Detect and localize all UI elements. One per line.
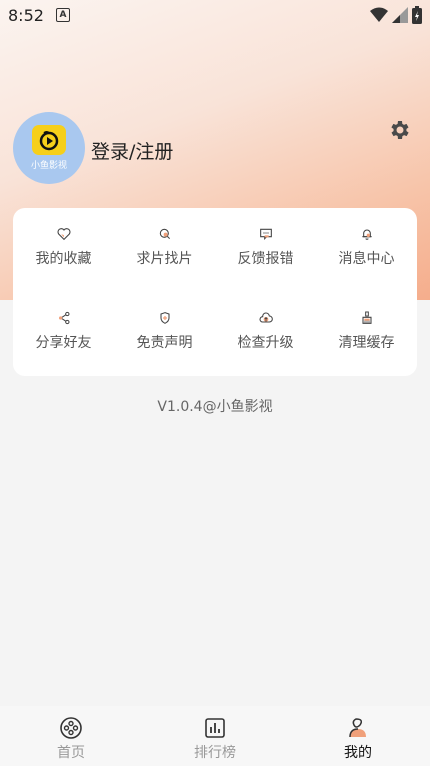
menu-item-clear-cache[interactable]: 清理缓存 xyxy=(316,292,417,352)
menu-item-request[interactable]: 求片找片 xyxy=(114,208,215,268)
user-icon xyxy=(349,718,366,738)
tab-label: 排行榜 xyxy=(194,745,236,761)
menu-item-label: 消息中心 xyxy=(338,251,395,267)
film-reel-icon xyxy=(60,717,82,739)
settings-gear-icon[interactable] xyxy=(387,118,411,142)
battery-icon xyxy=(412,6,422,24)
menu-item-label: 求片找片 xyxy=(136,251,193,267)
status-icons xyxy=(370,6,422,24)
chart-icon xyxy=(205,718,225,738)
menu-item-favorites[interactable]: 我的收藏 xyxy=(13,208,114,268)
menu-item-label: 清理缓存 xyxy=(338,335,395,351)
menu-item-disclaimer[interactable]: 免责声明 xyxy=(114,292,215,352)
bottom-tab-bar: 首页 排行榜 我的 xyxy=(0,706,430,766)
tab-ranking[interactable]: 排行榜 xyxy=(165,706,265,766)
menu-card: 我的收藏 求片找片 反馈报错 消息中心 分享好友 免责声明 检查升级 清理缓存 xyxy=(13,208,417,376)
menu-item-feedback[interactable]: 反馈报错 xyxy=(215,208,316,268)
share-icon xyxy=(58,311,69,325)
menu-item-messages[interactable]: 消息中心 xyxy=(316,208,417,268)
menu-item-update[interactable]: 检查升级 xyxy=(215,292,316,352)
menu-item-label: 分享好友 xyxy=(35,335,92,351)
feedback-icon xyxy=(259,228,272,240)
tab-mine[interactable]: 我的 xyxy=(308,706,408,766)
avatar-text: 小鱼影视 xyxy=(30,161,67,171)
notification-icon: A xyxy=(56,8,70,22)
tab-label: 首页 xyxy=(57,745,85,761)
cloud-upload-icon xyxy=(259,312,273,323)
status-time: 8:52 xyxy=(8,6,44,25)
menu-item-label: 免责声明 xyxy=(136,335,193,351)
app-logo-icon xyxy=(32,125,66,155)
menu-item-label: 我的收藏 xyxy=(35,251,92,267)
menu-item-share[interactable]: 分享好友 xyxy=(13,292,114,352)
heart-icon xyxy=(57,228,70,241)
version-text: V1.0.4@小鱼影视 xyxy=(157,399,273,415)
menu-item-label: 检查升级 xyxy=(237,335,294,351)
wifi-icon xyxy=(370,7,388,22)
search-icon xyxy=(159,228,170,240)
status-bar: 8:52 A xyxy=(0,0,430,30)
broom-icon xyxy=(361,311,372,324)
bell-icon xyxy=(361,229,372,240)
login-register-link[interactable]: 登录/注册 xyxy=(91,137,173,164)
tab-home[interactable]: 首页 xyxy=(21,706,121,766)
signal-icon xyxy=(392,7,408,23)
shield-icon xyxy=(159,312,170,324)
tab-label: 我的 xyxy=(344,745,372,761)
avatar[interactable]: 小鱼影视 xyxy=(13,112,85,184)
menu-item-label: 反馈报错 xyxy=(237,251,294,267)
